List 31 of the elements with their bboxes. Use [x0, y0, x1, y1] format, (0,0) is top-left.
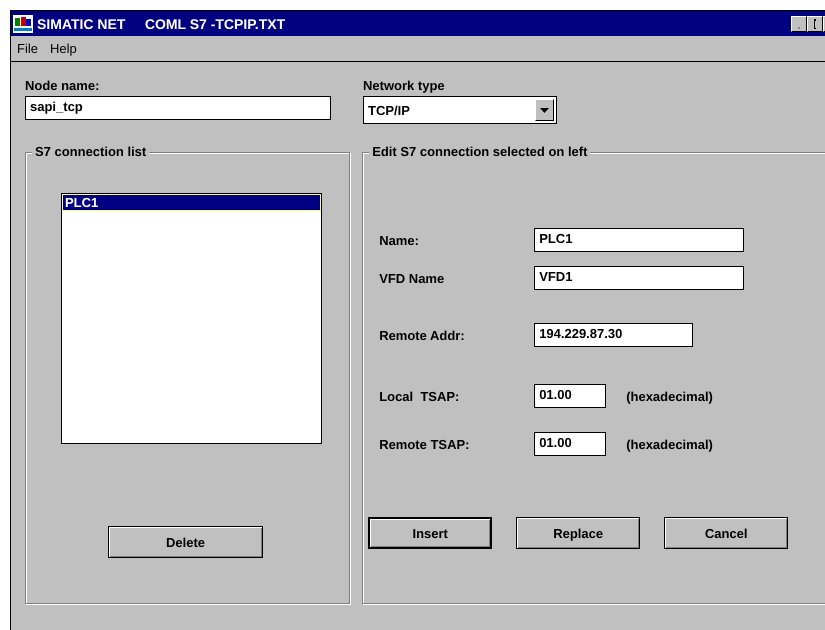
connection-listbox[interactable]: PLC1: [61, 193, 322, 444]
delete-button[interactable]: Delete: [108, 526, 263, 558]
minimize-button[interactable]: [791, 16, 807, 32]
text-field[interactable]: 194.229.87.30: [534, 323, 694, 347]
node-name-field[interactable]: sapi_tcp: [25, 96, 331, 120]
maximize-button[interactable]: [807, 16, 823, 32]
field-label: Remote TSAP:: [379, 436, 470, 452]
dialog-button[interactable]: Insert: [368, 517, 492, 549]
text-field[interactable]: VFD1: [534, 266, 744, 290]
window-title: SIMATIC NET COML S7 -TCPIP.TXT: [37, 16, 286, 32]
text-field[interactable]: 01.00: [534, 432, 606, 456]
unit-note: (hexadecimal): [626, 436, 713, 452]
minimize-icon: [798, 26, 800, 28]
text-field[interactable]: 01.00: [534, 384, 606, 408]
app-logo-icon: [13, 14, 33, 32]
text-field[interactable]: PLC1: [534, 228, 744, 252]
network-type-dropdown[interactable]: TCP/IP: [363, 96, 557, 124]
field-label: Name:: [379, 232, 420, 248]
field-label: Remote Addr:: [379, 328, 466, 342]
network-type-label: Network type: [363, 78, 446, 93]
menu-item[interactable]: File: [17, 41, 38, 56]
field-label: Local TSAP:: [379, 388, 460, 404]
group-title: Edit S7 connection selected on left: [369, 144, 590, 159]
unit-note: (hexadecimal): [626, 388, 713, 404]
group-title: S7 connection list: [32, 144, 150, 159]
field-label: VFD Name: [379, 270, 446, 286]
node-name-label: Node name:: [25, 78, 100, 93]
dialog-button[interactable]: Replace: [516, 517, 640, 549]
dialog-button[interactable]: Cancel: [664, 517, 788, 549]
list-item[interactable]: PLC1: [63, 195, 320, 210]
menu-item[interactable]: Help: [50, 41, 77, 56]
